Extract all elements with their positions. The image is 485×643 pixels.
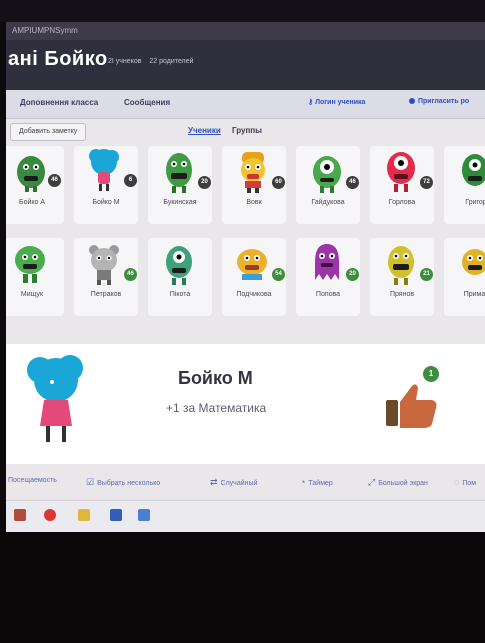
big-screen-button[interactable]: ⤢ Большой экран	[368, 477, 428, 488]
monster-avatar-icon	[237, 249, 267, 280]
monster-avatar-icon	[387, 152, 415, 192]
monster-avatar-icon	[166, 246, 192, 285]
student-card[interactable]: Примак	[444, 238, 485, 316]
student-name: Горлова	[388, 199, 416, 206]
monster-avatar-icon	[313, 156, 341, 193]
student-login-link[interactable]: ⚷ Логин ученика	[308, 98, 365, 106]
points-badge: 6	[124, 174, 137, 187]
parents-count[interactable]: 22 родителей	[149, 58, 193, 65]
points-badge: 46	[124, 268, 137, 281]
student-card[interactable]: 54 Подчикова	[222, 238, 286, 316]
photo-top-bezel	[0, 0, 485, 22]
laptop-screen: AMPIUMPNSymm ані Бойко 2I учнеков 22 род…	[6, 22, 485, 532]
random-button[interactable]: ⇄ Случайный	[210, 477, 257, 488]
chrome-icon[interactable]	[44, 509, 56, 521]
expand-icon: ⤢	[368, 477, 376, 487]
students-count[interactable]: 2I учнеков	[108, 58, 141, 65]
monster-avatar-icon	[462, 249, 485, 275]
student-name: Примак	[463, 291, 485, 298]
add-note-button[interactable]: Добавить заметку	[10, 123, 87, 141]
classroom-tools-bar: Посещаемость ☑ Выбрать несколько ⇄ Случайн…	[6, 464, 485, 500]
monster-avatar-icon	[17, 156, 45, 192]
timer-button[interactable]: ◔ Таймер	[300, 477, 333, 487]
student-name: Мищук	[20, 291, 44, 298]
thumbs-up-icon	[386, 384, 437, 428]
student-card[interactable]: Григор	[444, 146, 485, 224]
student-card[interactable]: 46 Петраков	[74, 238, 138, 316]
monster-avatar-icon	[315, 244, 339, 280]
taskbar-app-icon[interactable]	[138, 509, 150, 521]
student-name: Пікота	[169, 291, 191, 298]
points-badge: 46	[48, 174, 61, 187]
student-card[interactable]: 20 Попова	[296, 238, 360, 316]
award-reason: +1 за Математика	[166, 401, 267, 415]
selected-student-name: Бойко М	[178, 368, 253, 388]
points-badge: 72	[420, 176, 433, 189]
student-card[interactable]: 46 Бойко А	[6, 146, 64, 224]
browser-tab-bar[interactable]: AMPIUMPNSymm	[6, 22, 485, 40]
points-badge: 60	[272, 176, 285, 189]
roster-toolbar: Добавить заметку Ученики Группы	[6, 118, 485, 144]
student-card[interactable]: 20 Букинская	[148, 146, 212, 224]
folder-icon[interactable]	[78, 509, 90, 521]
select-multiple-button[interactable]: ☑ Выбрать несколько	[86, 477, 160, 488]
student-name: Прянов	[389, 291, 415, 298]
browser-tab-title[interactable]: AMPIUMPNSymm	[12, 26, 78, 35]
class-header: ані Бойко 2I учнеков 22 родителей	[6, 40, 485, 90]
monster-avatar-icon	[89, 149, 119, 191]
invite-parents-link[interactable]: Пригласить ро	[409, 98, 469, 105]
tab-students[interactable]: Ученики	[188, 126, 221, 135]
selected-student-avatar-icon	[27, 355, 83, 442]
monster-avatar-icon	[89, 245, 119, 285]
invite-icon	[409, 98, 415, 105]
student-card[interactable]: 6 Бойко М	[74, 146, 138, 224]
monster-avatar-icon	[241, 152, 265, 193]
student-card[interactable]: Пікота	[148, 238, 212, 316]
student-name: Букинская	[163, 199, 197, 206]
tab-messages[interactable]: Сообщения	[124, 98, 170, 107]
class-counts: 2I учнеков 22 родителей	[108, 58, 199, 65]
student-card[interactable]: Мищук	[6, 238, 64, 316]
points-badge: 20	[346, 268, 359, 281]
shuffle-icon: ⇄	[210, 477, 218, 487]
points-badge: 21	[420, 268, 433, 281]
tab-class-report[interactable]: Доповнення класса	[20, 98, 98, 107]
timer-icon: ◔	[300, 477, 306, 487]
taskbar-app-icon[interactable]	[14, 509, 26, 521]
student-name: Петраков	[90, 291, 122, 298]
student-name: Гайдукова	[311, 199, 345, 206]
student-name: Попова	[315, 291, 341, 298]
checkbox-icon: ☑	[86, 477, 95, 487]
monster-avatar-icon	[462, 154, 485, 186]
monster-avatar-icon	[388, 246, 414, 285]
class-title: ані Бойко	[8, 48, 108, 70]
student-name: Бойко А	[18, 199, 46, 206]
student-card[interactable]: 72 Горлова	[370, 146, 434, 224]
class-subnav: Доповнення класса Сообщения ⚷ Логин учен…	[6, 90, 485, 119]
student-card[interactable]: 46 Гайдукова	[296, 146, 360, 224]
word-icon[interactable]	[110, 509, 122, 521]
laptop-bezel-bottom	[0, 532, 485, 643]
student-name: Подчикова	[236, 291, 272, 298]
attendance-button[interactable]: Посещаемость	[8, 477, 57, 484]
student-name: Григор	[465, 199, 485, 206]
student-card[interactable]: 21 Прянов	[370, 238, 434, 316]
more-button[interactable]: ◌ Пом	[454, 477, 476, 487]
tab-groups[interactable]: Группы	[232, 126, 262, 135]
monster-avatar-icon	[15, 246, 45, 283]
points-badge: 54	[272, 268, 285, 281]
award-detail-panel: Бойко М +1 за Математика 1	[6, 344, 485, 464]
student-card[interactable]: 60 Вовк	[222, 146, 286, 224]
student-name: Вовк	[246, 199, 262, 206]
points-badge: 46	[346, 176, 359, 189]
os-taskbar	[6, 500, 485, 532]
help-icon: ◌	[454, 477, 460, 487]
points-badge: 20	[198, 176, 211, 189]
student-name: Бойко М	[92, 199, 120, 206]
award-points-badge: 1	[423, 366, 439, 382]
monster-avatar-icon	[166, 153, 192, 193]
